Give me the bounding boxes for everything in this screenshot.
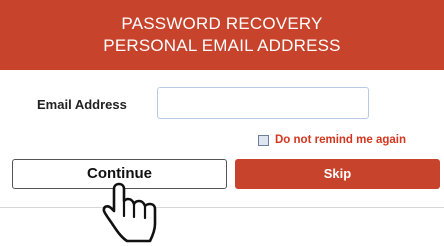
remind-option[interactable]: Do not remind me again: [258, 133, 406, 147]
skip-button[interactable]: Skip: [235, 159, 440, 189]
hand-pointer-icon: [102, 182, 157, 243]
dialog-header: PASSWORD RECOVERY PERSONAL EMAIL ADDRESS: [0, 0, 444, 70]
remind-checkbox[interactable]: [258, 134, 269, 146]
email-address-label: Email Address: [37, 97, 127, 112]
password-recovery-dialog: PASSWORD RECOVERY PERSONAL EMAIL ADDRESS…: [0, 0, 444, 208]
dialog-title-line1: PASSWORD RECOVERY: [121, 14, 323, 33]
email-address-input[interactable]: [157, 87, 369, 119]
remind-label: Do not remind me again: [275, 134, 406, 146]
dialog-title-line2: PERSONAL EMAIL ADDRESS: [103, 36, 341, 55]
panel-bottom-divider: [0, 207, 444, 208]
